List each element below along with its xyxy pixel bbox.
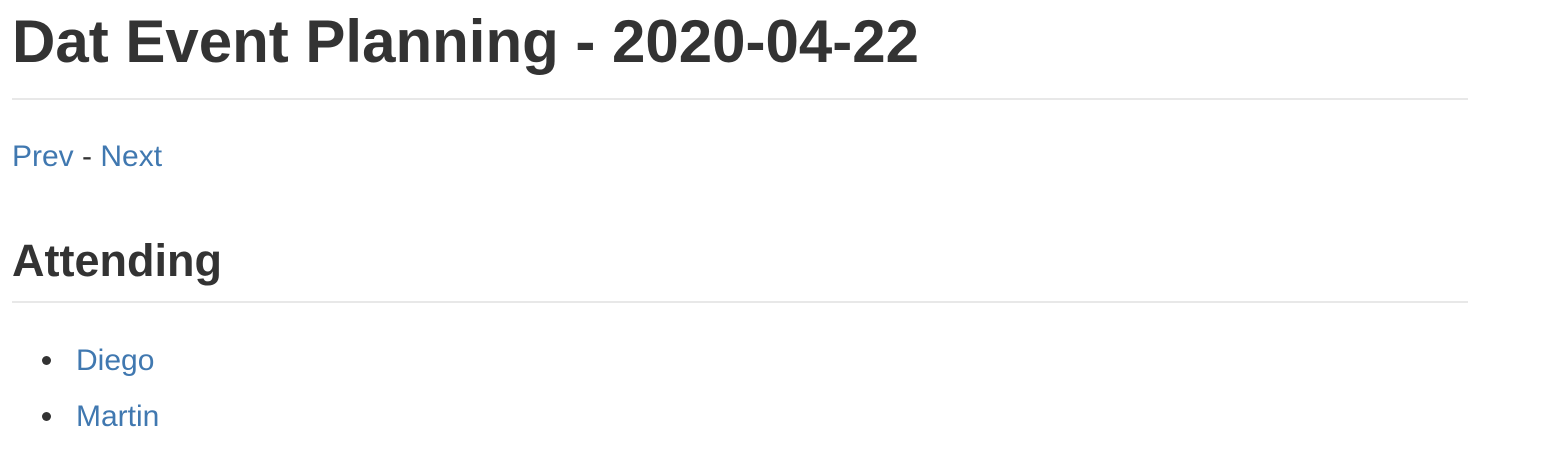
attendee-link-martin[interactable]: Martin (76, 400, 159, 433)
title-divider (12, 98, 1468, 100)
section-divider (12, 301, 1468, 303)
pager-separator: - (82, 140, 93, 173)
attendee-link-diego[interactable]: Diego (76, 344, 154, 377)
bullet-icon (42, 356, 51, 365)
pager-nav: Prev - Next (12, 138, 162, 176)
page-title: Dat Event Planning - 2020-04-22 (12, 8, 919, 75)
attendee-list: Diego Martin (0, 340, 159, 452)
list-item: Martin (0, 396, 159, 452)
prev-link[interactable]: Prev (12, 140, 74, 173)
list-item: Diego (0, 340, 159, 396)
bullet-icon (42, 412, 51, 421)
next-link[interactable]: Next (100, 140, 162, 173)
page: Dat Event Planning - 2020-04-22 Prev - N… (0, 0, 1556, 458)
attending-heading: Attending (12, 235, 222, 286)
